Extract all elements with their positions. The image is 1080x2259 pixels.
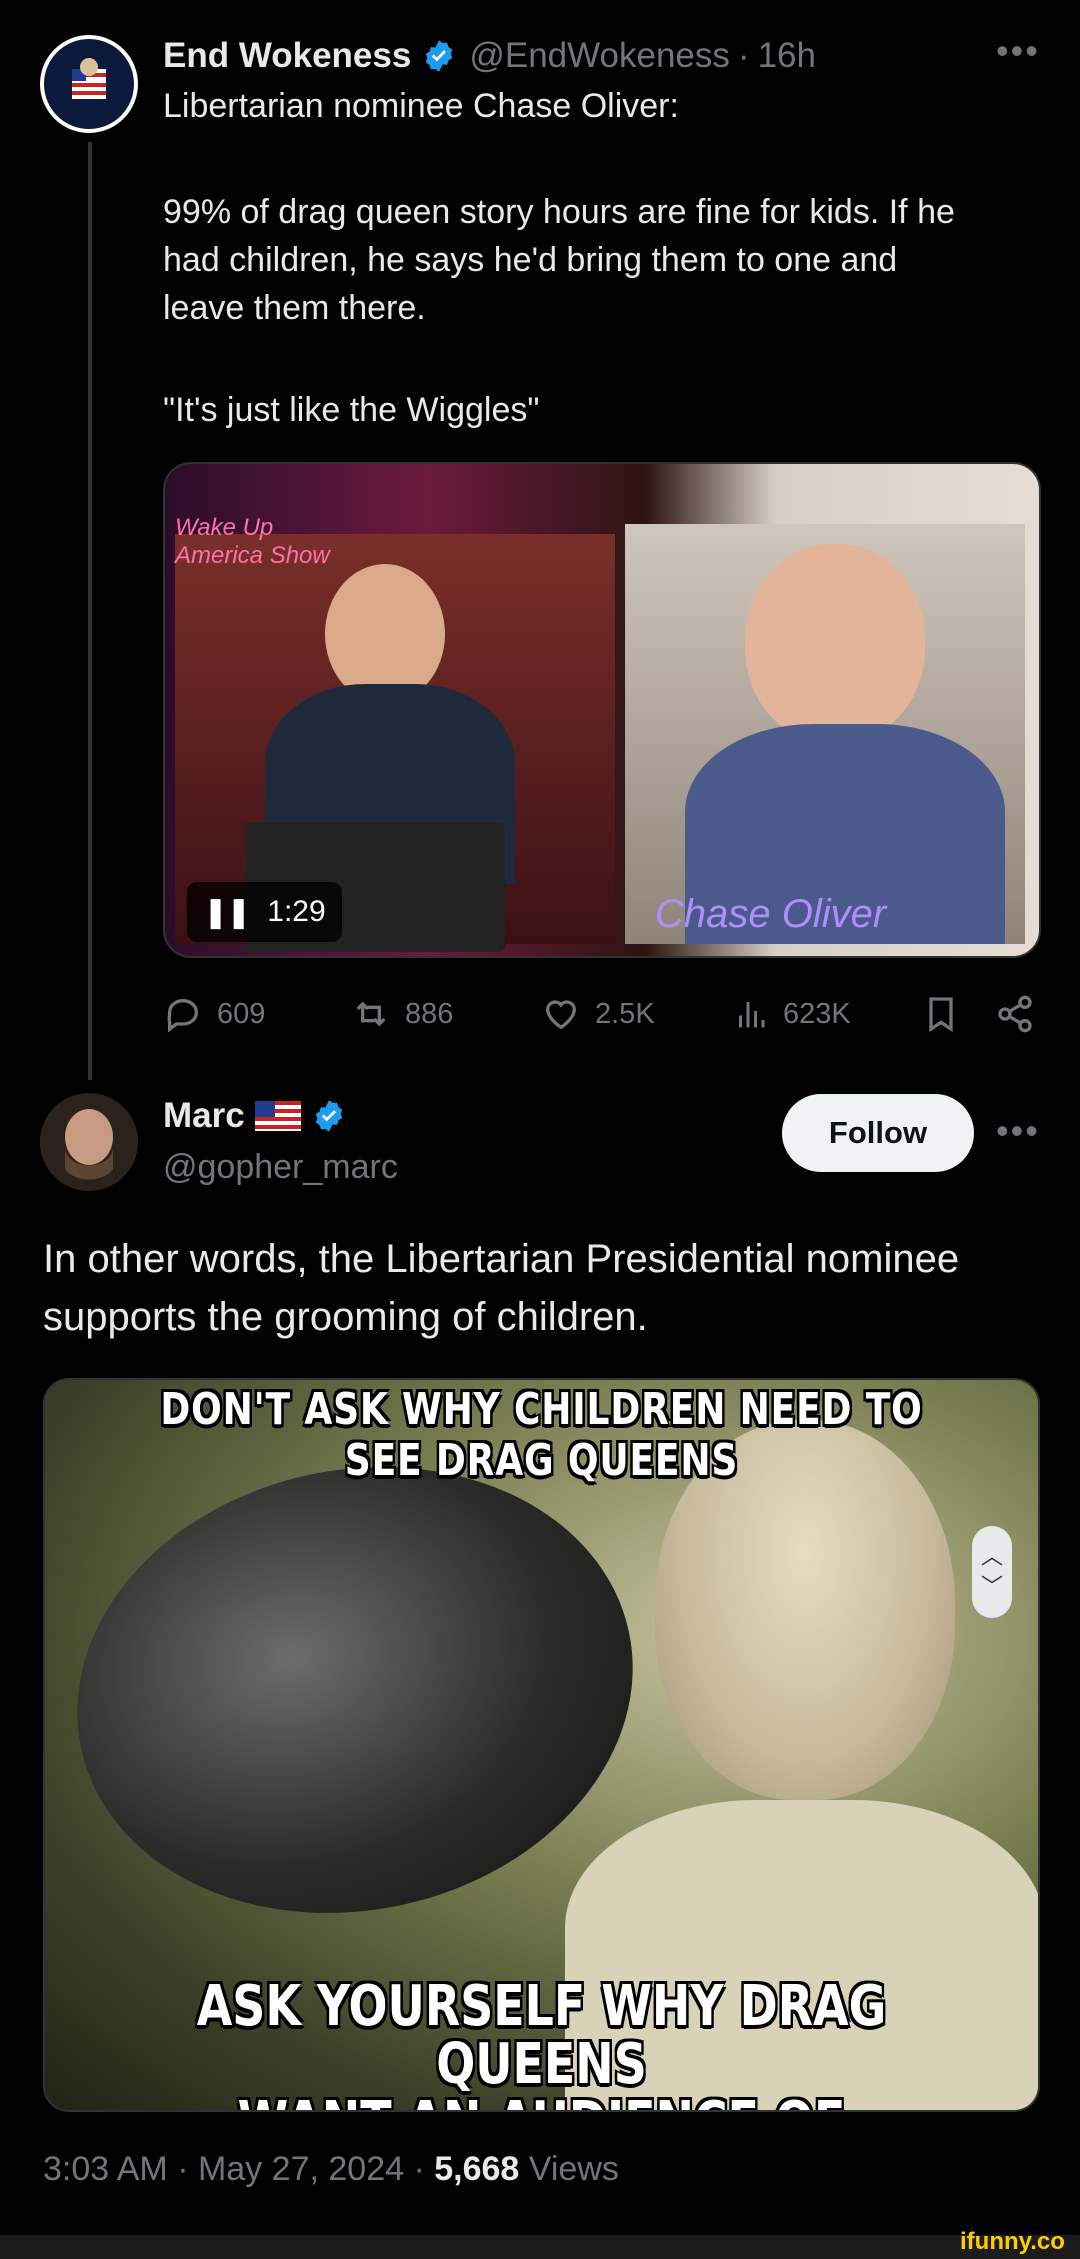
like-count: 2.5K xyxy=(595,997,655,1030)
show-logo: Wake Up America Show xyxy=(175,514,330,569)
video-time-pill[interactable]: ❚❚ 1:29 xyxy=(187,882,342,942)
tweet2-header: Marc xyxy=(163,1096,347,1136)
verified-badge-icon[interactable] xyxy=(311,1098,347,1134)
author-handle[interactable]: @gopher_marc xyxy=(163,1148,398,1187)
verified-badge-icon[interactable] xyxy=(421,38,457,74)
marc-avatar-image xyxy=(40,1093,138,1191)
host-figure xyxy=(325,564,445,704)
repost-icon xyxy=(356,1001,386,1027)
author-name[interactable]: End Wokeness xyxy=(163,36,411,76)
author-handle[interactable]: @EndWokeness xyxy=(469,36,730,76)
repost-button[interactable]: 886 xyxy=(351,994,453,1034)
thread-connector-line xyxy=(88,142,92,1080)
views-chart-icon xyxy=(739,1002,765,1028)
image-scroll-control[interactable]: ︿ ﹀ xyxy=(972,1526,1012,1618)
separator-dot: · xyxy=(737,36,750,75)
tweet2-text: In other words, the Libertarian Presiden… xyxy=(43,1230,1053,1346)
ifunny-watermark: ifunny.co xyxy=(960,2228,1065,2255)
tweet1-text-line: "It's just like the Wiggles" xyxy=(163,391,540,429)
repost-count: 886 xyxy=(405,997,454,1030)
heart-icon xyxy=(545,1000,577,1030)
tweet1-action-bar: 609 886 2.5K 623K xyxy=(163,988,1043,1044)
meme-bottom-line: ASK YOURSELF WHY DRAG QUEENS xyxy=(196,1974,887,2097)
guest-name-caption: Chase Oliver xyxy=(655,892,887,936)
avatar-marc[interactable] xyxy=(40,1093,138,1191)
post-time[interactable]: 3:03 AM xyxy=(43,2150,168,2188)
tweet1-text-line: 99% of drag queen story hours are fine f… xyxy=(163,193,955,231)
bookmark-icon xyxy=(929,997,953,1033)
views-count: 623K xyxy=(783,997,851,1030)
follow-button[interactable]: Follow xyxy=(782,1094,974,1172)
tweet-age[interactable]: 16h xyxy=(758,36,816,76)
bottom-watermark-bar xyxy=(0,2235,1080,2259)
video-duration: 1:29 xyxy=(267,895,326,928)
chevron-up-icon[interactable]: ︿ xyxy=(981,1542,1003,1572)
tweet1-text-line: Libertarian nominee Chase Oliver: xyxy=(163,87,679,125)
views-label: Views xyxy=(528,2150,619,2188)
meme-bottom-line: WANT AN AUDIENCE OF CHILDREN. xyxy=(134,2094,948,2111)
reply-count: 609 xyxy=(217,997,266,1030)
separator-dot: · xyxy=(413,2150,425,2188)
reply-button[interactable]: 609 xyxy=(163,994,265,1034)
pause-icon[interactable]: ❚❚ xyxy=(203,895,251,930)
video-player[interactable]: Wake Up America Show ❚❚ 1:29 Chase Olive… xyxy=(163,462,1041,958)
meme-image[interactable]: DON'T ASK WHY CHILDREN NEED TO SEE DRAG … xyxy=(43,1378,1040,2112)
tweet2-text-line: supports the grooming of children. xyxy=(43,1295,648,1339)
tweet2-timestamp: 3:03 AM · May 27, 2024 · 5,668 Views xyxy=(43,2150,619,2189)
more-options-icon[interactable]: ••• xyxy=(996,1110,1040,1152)
author-name[interactable]: Marc xyxy=(163,1096,245,1136)
avatar-end-wokeness[interactable] xyxy=(40,35,138,133)
reply-icon xyxy=(167,998,199,1033)
guest-figure xyxy=(745,544,925,744)
more-options-icon[interactable]: ••• xyxy=(996,30,1040,72)
views-button[interactable]: 623K xyxy=(733,994,851,1034)
share-button[interactable] xyxy=(995,994,1035,1034)
tweet1-text-line: had children, he says he'd bring them to… xyxy=(163,241,898,279)
separator-dot: · xyxy=(177,2150,189,2188)
share-icon xyxy=(998,995,1032,1033)
us-flag-icon xyxy=(254,1101,301,1131)
tweet1-text-line: leave them there. xyxy=(163,289,426,327)
video-frame-guest xyxy=(625,524,1025,944)
tweet1-header: End Wokeness @EndWokeness · 16h xyxy=(163,32,816,80)
bookmark-button[interactable] xyxy=(921,994,961,1034)
former-thing-logo xyxy=(45,40,133,128)
like-button[interactable]: 2.5K xyxy=(541,994,655,1034)
meme-top-text: DON'T ASK WHY CHILDREN NEED TO SEE DRAG … xyxy=(160,1384,923,1486)
chevron-down-icon[interactable]: ﹀ xyxy=(981,1572,1003,1602)
meme-bottom-text: ASK YOURSELF WHY DRAG QUEENS WANT AN AUD… xyxy=(134,1974,948,2111)
tweet2-text-line: In other words, the Libertarian Presiden… xyxy=(43,1237,960,1281)
post-date[interactable]: May 27, 2024 xyxy=(198,2150,404,2188)
views-count: 5,668 xyxy=(434,2150,520,2188)
